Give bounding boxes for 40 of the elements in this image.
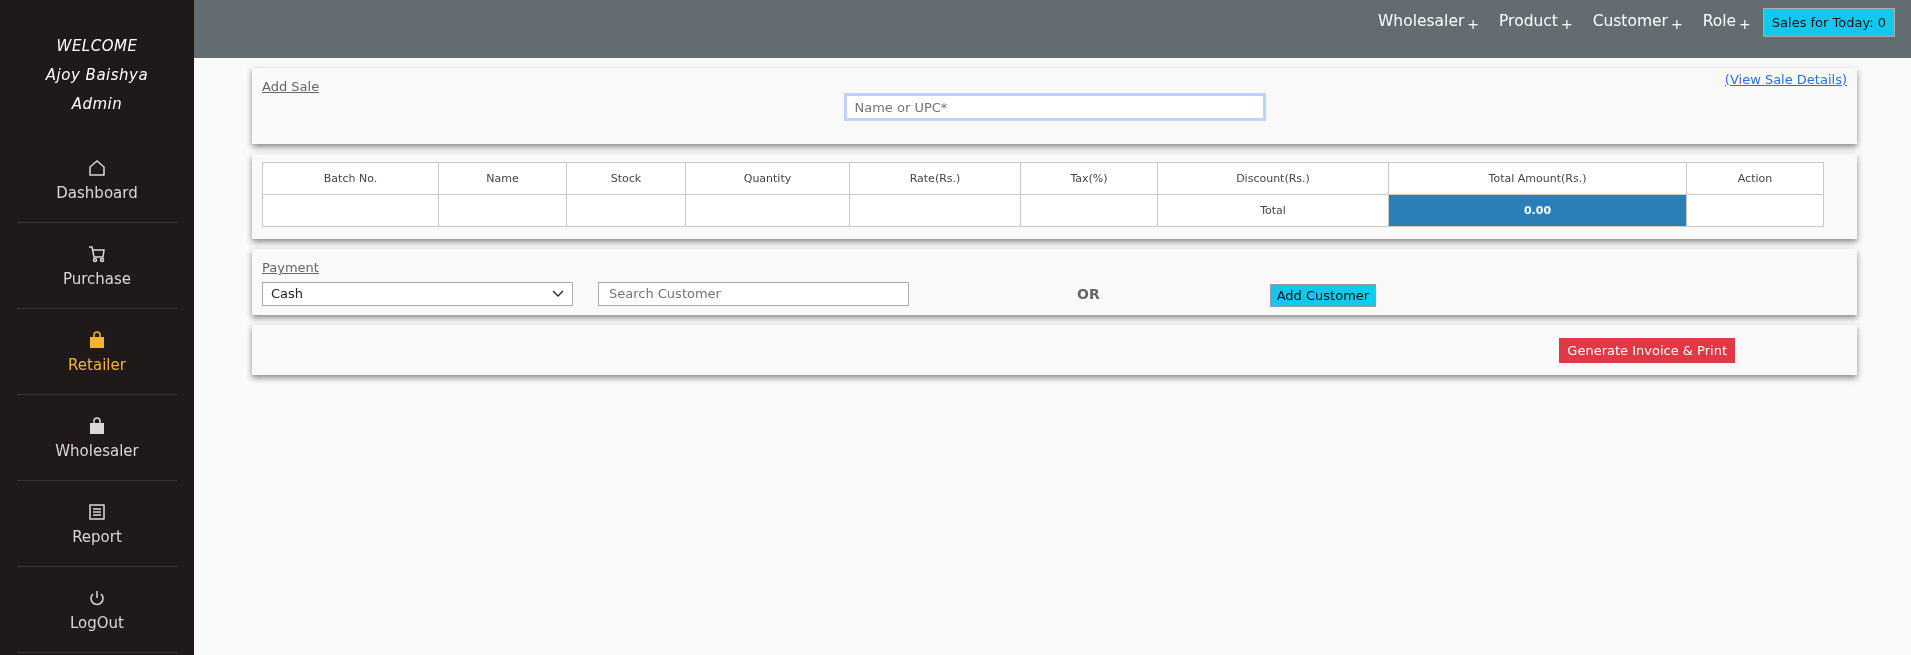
- nav-menu-item[interactable]: Customer +: [1592, 8, 1683, 30]
- column-header: Discount(Rs.): [1157, 162, 1389, 195]
- welcome-text: WELCOME: [55, 36, 139, 57]
- sales-today-badge: Sales for Today: 0: [1762, 8, 1895, 37]
- sidebar-item[interactable]: Retailer: [17, 309, 177, 395]
- add-customer-button[interactable]: Add Customer: [1269, 284, 1377, 307]
- total-amount-cell: 0.00: [1388, 194, 1687, 227]
- sidebar-item[interactable]: Report: [17, 481, 177, 567]
- customer-search-field[interactable]: Search Customer: [598, 281, 909, 306]
- payment-title: Payment: [262, 260, 319, 275]
- sidebar-item[interactable]: Dashboard: [17, 137, 177, 223]
- column-header: Quantity: [685, 162, 850, 195]
- cart-icon: [87, 243, 107, 264]
- payment-method-select[interactable]: Cash: [262, 281, 573, 306]
- or-text: OR: [1077, 285, 1100, 302]
- view-sale-details-link[interactable]: (View Sale Details): [1724, 72, 1847, 87]
- report-icon: [87, 501, 107, 522]
- column-header: Rate(Rs.): [849, 162, 1021, 195]
- chevron-down-icon: [552, 289, 564, 298]
- welcome-text: Ajoy Baishya: [45, 65, 149, 86]
- generate-invoice-button[interactable]: Generate Invoice & Print: [1559, 337, 1735, 363]
- sidebar-item[interactable]: Wholesaler: [17, 395, 177, 481]
- shopping-bag-icon: [87, 415, 107, 436]
- sidebar-item[interactable]: LogOut: [17, 567, 177, 653]
- sidebar-item[interactable]: Purchase: [17, 223, 177, 309]
- nav-menu-item[interactable]: Product +: [1499, 8, 1573, 30]
- column-header: Total Amount(Rs.): [1388, 162, 1687, 195]
- column-header: Name: [438, 162, 567, 195]
- total-label: Total: [1157, 194, 1389, 227]
- column-header: Tax(%): [1020, 162, 1158, 195]
- nav-menu-item[interactable]: Wholesaler +: [1378, 8, 1480, 30]
- column-header: Batch No.: [262, 162, 439, 195]
- welcome-text: Admin: [70, 94, 124, 115]
- home-icon: [87, 157, 107, 178]
- column-header: Action: [1686, 162, 1824, 195]
- shopping-bag-icon: [87, 329, 107, 350]
- product-search-field[interactable]: Name or UPC*: [843, 93, 1266, 121]
- nav-menu-item[interactable]: Role +: [1702, 8, 1751, 30]
- column-header: Stock: [566, 162, 686, 195]
- add-sale-title: Add Sale: [262, 79, 320, 94]
